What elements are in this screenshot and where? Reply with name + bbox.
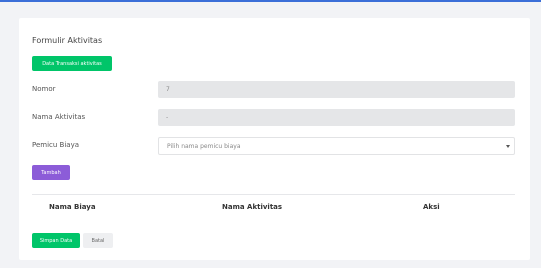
- table-divider: [32, 194, 515, 195]
- column-header-nama-aktivitas: Nama Aktivitas: [222, 203, 283, 211]
- column-header-nama-biaya: Nama Biaya: [49, 203, 96, 211]
- simpan-data-button[interactable]: Simpan Data: [32, 233, 80, 248]
- nama-aktivitas-field[interactable]: -: [158, 109, 515, 126]
- form-title: Formulir Aktivitas: [32, 36, 103, 45]
- tambah-button[interactable]: Tambah: [32, 165, 70, 180]
- nama-aktivitas-label: Nama Aktivitas: [32, 113, 86, 121]
- pemicu-biaya-label: Pemicu Biaya: [32, 141, 80, 149]
- data-transaksi-button[interactable]: Data Transaksi aktivitas: [32, 56, 112, 71]
- column-header-aksi: Aksi: [423, 203, 440, 211]
- pemicu-biaya-placeholder: Pilih nama pemicu biaya: [167, 142, 241, 150]
- chevron-down-icon: [506, 145, 510, 148]
- nomor-label: Nomor: [32, 85, 56, 93]
- batal-button[interactable]: Batal: [83, 233, 113, 248]
- nomor-field[interactable]: 7: [158, 81, 515, 98]
- top-accent-line: [0, 0, 541, 2]
- form-card: Formulir Aktivitas Data Transaksi aktivi…: [19, 18, 530, 260]
- pemicu-biaya-select[interactable]: Pilih nama pemicu biaya: [158, 137, 515, 155]
